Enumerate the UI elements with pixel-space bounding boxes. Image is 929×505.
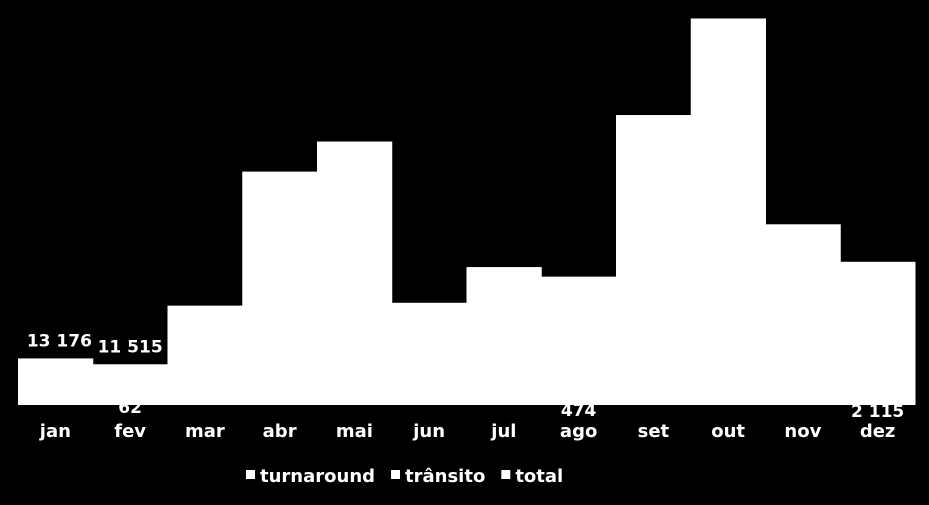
x-tick-label: jan <box>39 421 71 442</box>
legend-entry: turnaround <box>260 466 375 487</box>
x-tick-label: set <box>638 421 670 442</box>
bar-total-jun <box>391 302 467 405</box>
bar-chart: 13 176 11 51562 474 2 115jan fev mar abr mai jun… <box>18 18 916 487</box>
legend-swatch-turnaround <box>246 470 255 479</box>
x-tick-label: nov <box>784 421 821 442</box>
bar-total-mai <box>317 141 393 406</box>
bar-total-dez <box>840 261 916 405</box>
bar-total-jan <box>18 358 94 405</box>
x-tick-label: abr <box>263 421 297 442</box>
data-label-total: 11 515 <box>98 337 163 357</box>
bar-total-out <box>690 18 766 405</box>
chart: 13 176 11 515 62 474 2 115 jan fev mar abr mai jun… <box>0 0 929 505</box>
legend-entry: total <box>515 466 563 487</box>
bar-total-nov <box>765 224 841 405</box>
x-tick-label: jun <box>412 421 445 442</box>
x-tick-label: mai <box>336 421 373 442</box>
legend-swatch-trânsito <box>391 470 401 479</box>
bar-total-mar <box>167 305 243 405</box>
x-tick-label: fev <box>114 421 146 442</box>
x-tick-label: ago <box>560 421 597 442</box>
x-tick-label: dez <box>860 421 896 442</box>
legend-entry: trânsito <box>405 466 485 487</box>
x-tick-label: jul <box>490 421 516 442</box>
bar-total-jul <box>466 267 542 405</box>
x-tick-label: mar <box>185 421 225 442</box>
bar-total-fev <box>92 364 168 405</box>
bar-total-abr <box>242 171 318 405</box>
bar-total-ago <box>541 276 617 405</box>
data-label-total: 13 176 <box>27 331 92 351</box>
bar-total-set <box>616 115 692 405</box>
legend-swatch-total <box>501 470 511 479</box>
x-tick-label: out <box>711 421 745 442</box>
